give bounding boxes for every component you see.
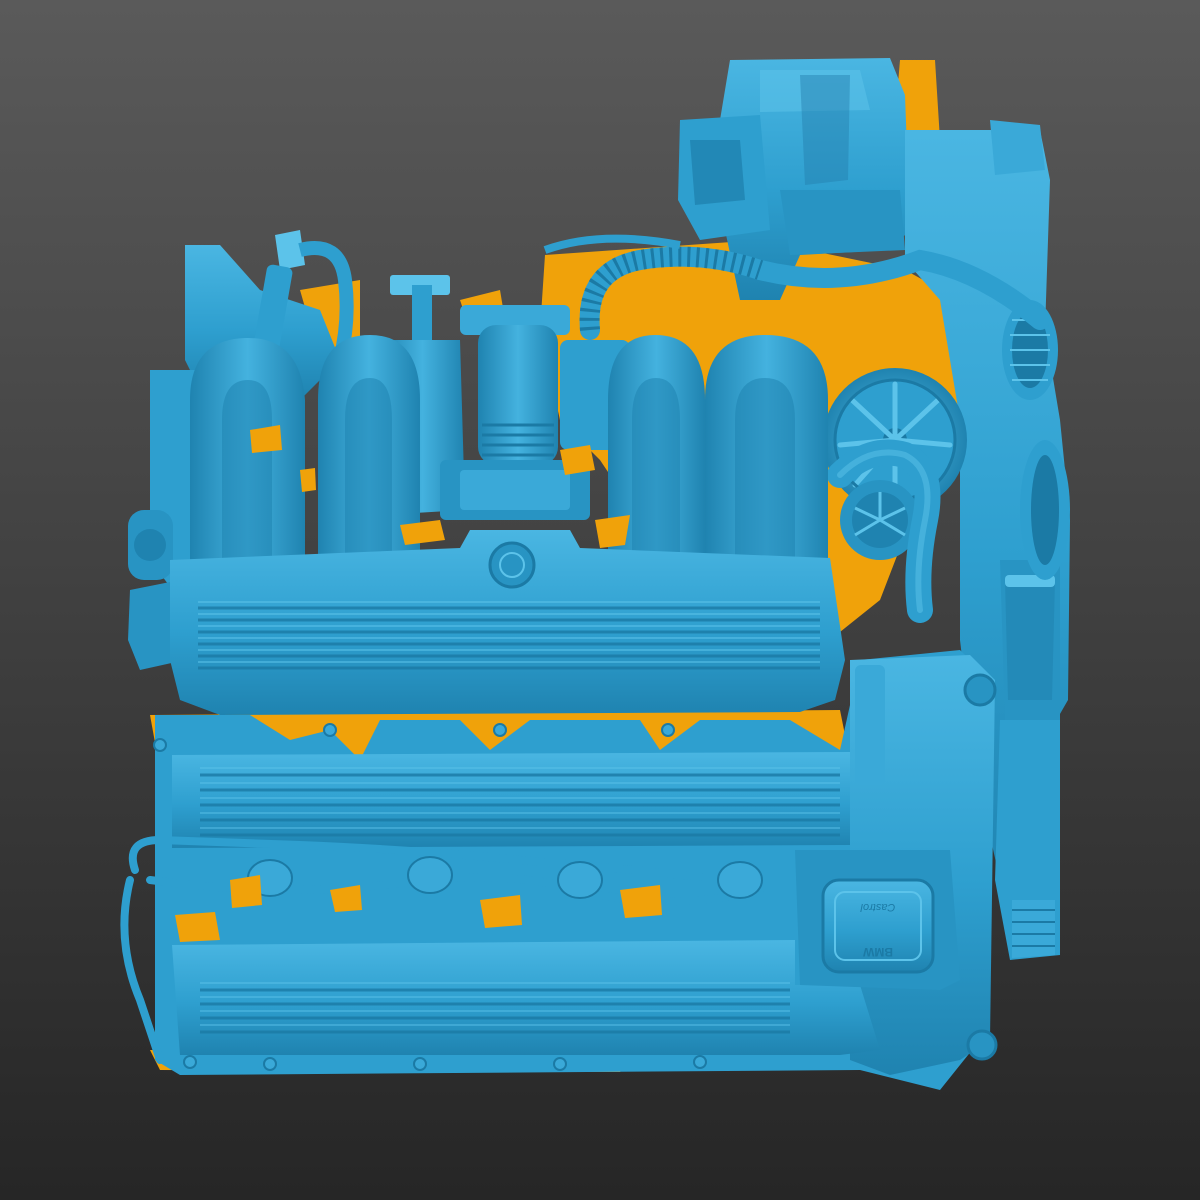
oil-filler-panel: BMW Castrol — [795, 850, 960, 990]
bmw-roundel-icon — [488, 541, 536, 589]
upper-valve-cover — [170, 530, 845, 715]
oil-cap-brand: BMW — [862, 945, 893, 959]
scan-render: BMW Castrol — [0, 0, 1200, 1200]
oil-cap-text: Castrol — [860, 901, 895, 913]
3d-viewport[interactable]: BMW Castrol — [0, 0, 1200, 1200]
side-pulley-inner — [1031, 455, 1059, 565]
middle-valve-cover — [172, 752, 850, 848]
lower-valve-cover — [172, 940, 880, 1055]
